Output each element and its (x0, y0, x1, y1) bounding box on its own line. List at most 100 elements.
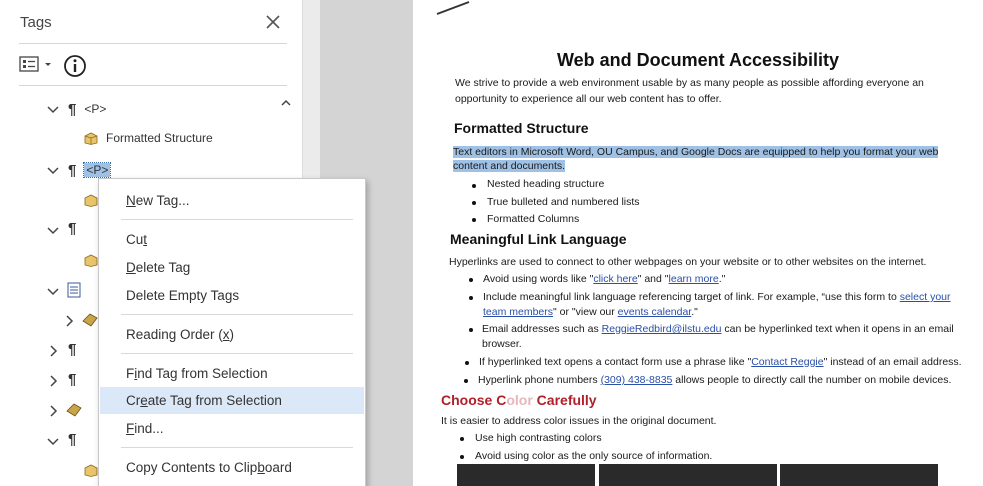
tree-row-content[interactable]: Formatted Structure (84, 127, 213, 149)
paragraph-icon: ¶ (68, 161, 77, 179)
menu-separator (121, 353, 353, 354)
intro-line-1: We strive to provide a web environment u… (455, 77, 924, 89)
menu-item-find[interactable]: Find... (100, 415, 364, 442)
links-bullet-1: Avoid using words like "click here" and … (483, 273, 725, 285)
paragraph-icon: ¶ (68, 371, 77, 388)
menu-separator (121, 314, 353, 315)
content-icon (84, 132, 98, 145)
example-image-3 (780, 464, 938, 486)
tree-row-p-1[interactable]: ¶ <P> (46, 98, 106, 120)
link-events-calendar[interactable]: events calendar (618, 306, 692, 318)
bullet (465, 361, 469, 365)
chevron-right-icon[interactable] (46, 344, 60, 358)
link-tag-icon (66, 403, 82, 417)
links-bullet-3-line-2: browser. (482, 338, 522, 350)
formatted-bullet-2: True bulleted and numbered lists (487, 196, 640, 208)
menu-item-copy-contents[interactable]: Copy Contents to Clipboard (100, 454, 364, 481)
chevron-right-icon[interactable] (46, 404, 60, 418)
link-team-members[interactable]: team members (483, 306, 553, 318)
text: Avoid using words like " (483, 273, 594, 285)
bullet (460, 455, 464, 459)
links-bullet-2-line-1: Include meaningful link language referen… (483, 291, 951, 303)
bullet (469, 278, 473, 282)
bullet (469, 296, 473, 300)
document-page: Web and Document Accessibility We strive… (413, 0, 983, 486)
text: Choose C (441, 392, 507, 408)
links-bullet-4: If hyperlinked text opens a contact form… (479, 356, 962, 368)
paragraph-icon: ¶ (68, 220, 77, 237)
close-icon[interactable] (263, 12, 283, 32)
content-label: Formatted Structure (106, 131, 213, 145)
link-learn-more[interactable]: learn more (669, 273, 719, 285)
menu-item-cut[interactable]: Cut (100, 226, 364, 253)
context-menu: New Tag... Cut Delete Tag Delete Empty T… (98, 178, 366, 486)
toolbar-divider (19, 85, 287, 86)
page-mark (436, 1, 470, 15)
scroll-up-icon[interactable] (279, 96, 293, 110)
link-tag-icon (82, 313, 98, 327)
menu-separator (121, 219, 353, 220)
heading-link-language: Meaningful Link Language (450, 231, 627, 247)
text: " or "view our (553, 306, 618, 318)
paragraph-icon: ¶ (68, 431, 77, 448)
heading-choose-color: Choose Color Carefully (441, 392, 597, 408)
text: Include meaningful link language referen… (483, 291, 900, 303)
menu-item-find-tag-from-selection[interactable]: Find Tag from Selection (100, 360, 364, 387)
bullet (460, 437, 464, 441)
content-icon (84, 254, 98, 267)
formatted-para-line-2[interactable]: content and documents. (453, 160, 566, 172)
menu-item-new-tag[interactable]: New Tag... (100, 187, 364, 214)
panel-divider (19, 43, 287, 44)
tag-label-selected: <P> (83, 162, 112, 178)
paragraph-icon: ¶ (68, 100, 77, 118)
panel-title: Tags (20, 14, 52, 31)
options-menu-icon[interactable] (19, 54, 55, 76)
heading-formatted-structure: Formatted Structure (454, 120, 589, 136)
link-select-your[interactable]: select your (900, 291, 951, 303)
menu-item-delete-empty-tags[interactable]: Delete Empty Tags (100, 282, 364, 309)
text: Email addresses such as (482, 323, 602, 335)
bullet (469, 328, 473, 332)
bullet (464, 379, 468, 383)
link-phone[interactable]: (309) 438-8835 (601, 374, 673, 386)
link-email[interactable]: ReggieRedbird@ilstu.edu (602, 323, 722, 335)
chevron-down-icon[interactable] (46, 434, 60, 448)
formatted-para-line-1[interactable]: Text editors in Microsoft Word, OU Campu… (453, 146, 939, 158)
bullet (472, 184, 476, 188)
menu-item-reading-order[interactable]: Reading Order (x) (100, 321, 364, 348)
document-title: Web and Document Accessibility (556, 50, 840, 70)
links-bullet-2-line-2: team members" or "view our events calend… (483, 306, 698, 318)
color-bullet-2: Avoid using color as the only source of … (475, 450, 713, 462)
bullet (472, 201, 476, 205)
example-image-2 (599, 464, 777, 486)
text: allows people to directly call the numbe… (672, 374, 952, 386)
formatted-bullet-1: Nested heading structure (487, 178, 605, 190)
text: olor (506, 392, 533, 408)
links-bullet-5: Hyperlink phone numbers (309) 438-8835 a… (478, 374, 951, 386)
menu-item-create-tag-from-selection[interactable]: Create Tag from Selection (100, 387, 364, 414)
bullet (472, 218, 476, 222)
intro-line-2: opportunity to experience all our web co… (455, 93, 722, 105)
chevron-down-icon[interactable] (46, 163, 60, 177)
chevron-down-icon[interactable] (46, 102, 60, 116)
text: can be hyperlinked text when it opens in… (721, 323, 954, 335)
formatted-bullet-3: Formatted Columns (487, 213, 580, 225)
list-tag-icon (67, 282, 81, 298)
link-contact-reggie[interactable]: Contact Reggie (751, 356, 823, 368)
example-image-1 (457, 464, 595, 486)
content-icon (84, 464, 98, 477)
menu-item-delete-tag[interactable]: Delete Tag (100, 254, 364, 281)
chevron-right-icon[interactable] (46, 374, 60, 388)
text: ." (718, 273, 726, 285)
content-icon (84, 194, 98, 207)
text: " and " (637, 273, 669, 285)
chevron-down-icon[interactable] (46, 284, 60, 298)
chevron-down-icon[interactable] (46, 223, 60, 237)
text: Hyperlink phone numbers (478, 374, 601, 386)
paragraph-icon: ¶ (68, 341, 77, 358)
text: " instead of an email address. (823, 356, 962, 368)
chevron-right-icon[interactable] (62, 314, 76, 328)
link-click-here[interactable]: click here (593, 273, 637, 285)
links-bullet-3-line-1: Email addresses such as ReggieRedbird@il… (482, 323, 954, 335)
info-icon[interactable] (63, 54, 87, 78)
